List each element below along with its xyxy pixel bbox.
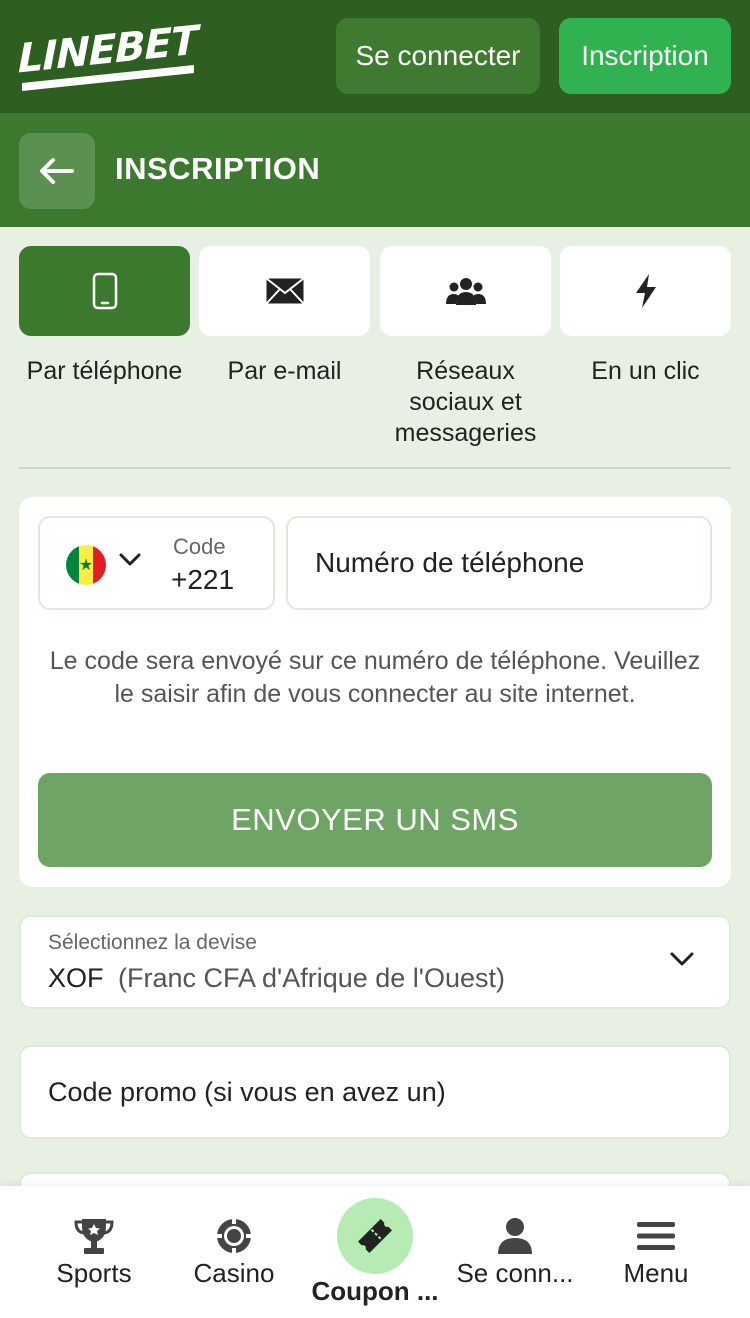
nav-sports[interactable]: Sports (19, 1186, 169, 1318)
divider (19, 467, 731, 469)
method-label: En un clic (591, 357, 700, 385)
method-label: Par e-mail (227, 357, 342, 385)
method-social-tile[interactable] (380, 246, 551, 336)
promo-code-input[interactable]: Code promo (si vous en avez un) (19, 1045, 731, 1139)
page-header: INSCRIPTION (0, 113, 750, 227)
envelope-icon (265, 277, 304, 305)
login-button[interactable]: Se connecter (336, 18, 540, 94)
hamburger-icon (634, 1214, 678, 1258)
method-one-click-tile[interactable] (560, 246, 731, 336)
bottom-navigation: Sports Casino Coupon ... Se conn... Menu (0, 1186, 750, 1318)
send-sms-button[interactable]: ENVOYER UN SMS (38, 773, 712, 867)
phone-form-card: ★ Code +221 Numéro de téléphone Le code … (19, 497, 731, 887)
sms-hint-text: Le code sera envoyé sur ce numéro de tél… (49, 647, 701, 708)
chevron-down-icon (119, 553, 141, 566)
currency-select[interactable]: Sélectionnez la devise XOF (Franc CFA d'… (19, 915, 731, 1009)
method-email-tile[interactable] (199, 246, 370, 336)
back-button[interactable] (19, 133, 95, 209)
nav-label: Coupon ... (311, 1276, 439, 1306)
nav-casino[interactable]: Casino (159, 1186, 309, 1318)
code-label: Code (173, 534, 226, 559)
linebet-logo[interactable]: LINEBET (18, 18, 198, 92)
method-email[interactable]: Par e-mail (199, 246, 370, 387)
method-phone-tile[interactable] (19, 246, 190, 336)
method-phone[interactable]: Par téléphone (19, 246, 190, 387)
method-label: Réseaux sociaux et messageries (394, 357, 537, 447)
casino-chip-icon (212, 1214, 256, 1258)
code-value: +221 (171, 564, 235, 595)
currency-label: Sélectionnez la devise (48, 931, 257, 954)
page-title: INSCRIPTION (115, 151, 321, 186)
coupon-bubble (337, 1198, 413, 1274)
users-icon (445, 278, 486, 305)
phone-icon (92, 272, 117, 310)
ticket-icon (358, 1219, 392, 1253)
method-label: Par téléphone (26, 357, 183, 385)
lightning-icon (635, 274, 656, 308)
nav-menu[interactable]: Menu (581, 1186, 731, 1318)
senegal-flag-icon: ★ (66, 545, 106, 585)
nav-label: Sports (56, 1258, 132, 1288)
chevron-down-icon (670, 952, 694, 966)
nav-label: Casino (193, 1258, 275, 1288)
phone-number-input[interactable]: Numéro de téléphone (286, 516, 712, 610)
registration-methods: Par téléphone Par e-mail Réseaux sociaux… (19, 246, 731, 449)
top-header: LINEBET Se connecter Inscription (0, 0, 750, 113)
register-button[interactable]: Inscription (559, 18, 731, 94)
nav-label: Se conn... (456, 1258, 574, 1288)
currency-name: (Franc CFA d'Afrique de l'Ouest) (118, 963, 505, 993)
currency-code: XOF (48, 963, 104, 993)
country-code-select[interactable]: ★ Code +221 (38, 516, 275, 610)
trophy-icon (72, 1214, 116, 1258)
nav-login[interactable]: Se conn... (440, 1186, 590, 1318)
method-one-click[interactable]: En un clic (560, 246, 731, 387)
user-icon (493, 1214, 537, 1258)
method-social[interactable]: Réseaux sociaux et messageries (380, 246, 551, 449)
nav-coupon[interactable]: Coupon ... (300, 1186, 450, 1318)
arrow-left-icon (40, 158, 74, 184)
nav-label: Menu (623, 1258, 689, 1288)
